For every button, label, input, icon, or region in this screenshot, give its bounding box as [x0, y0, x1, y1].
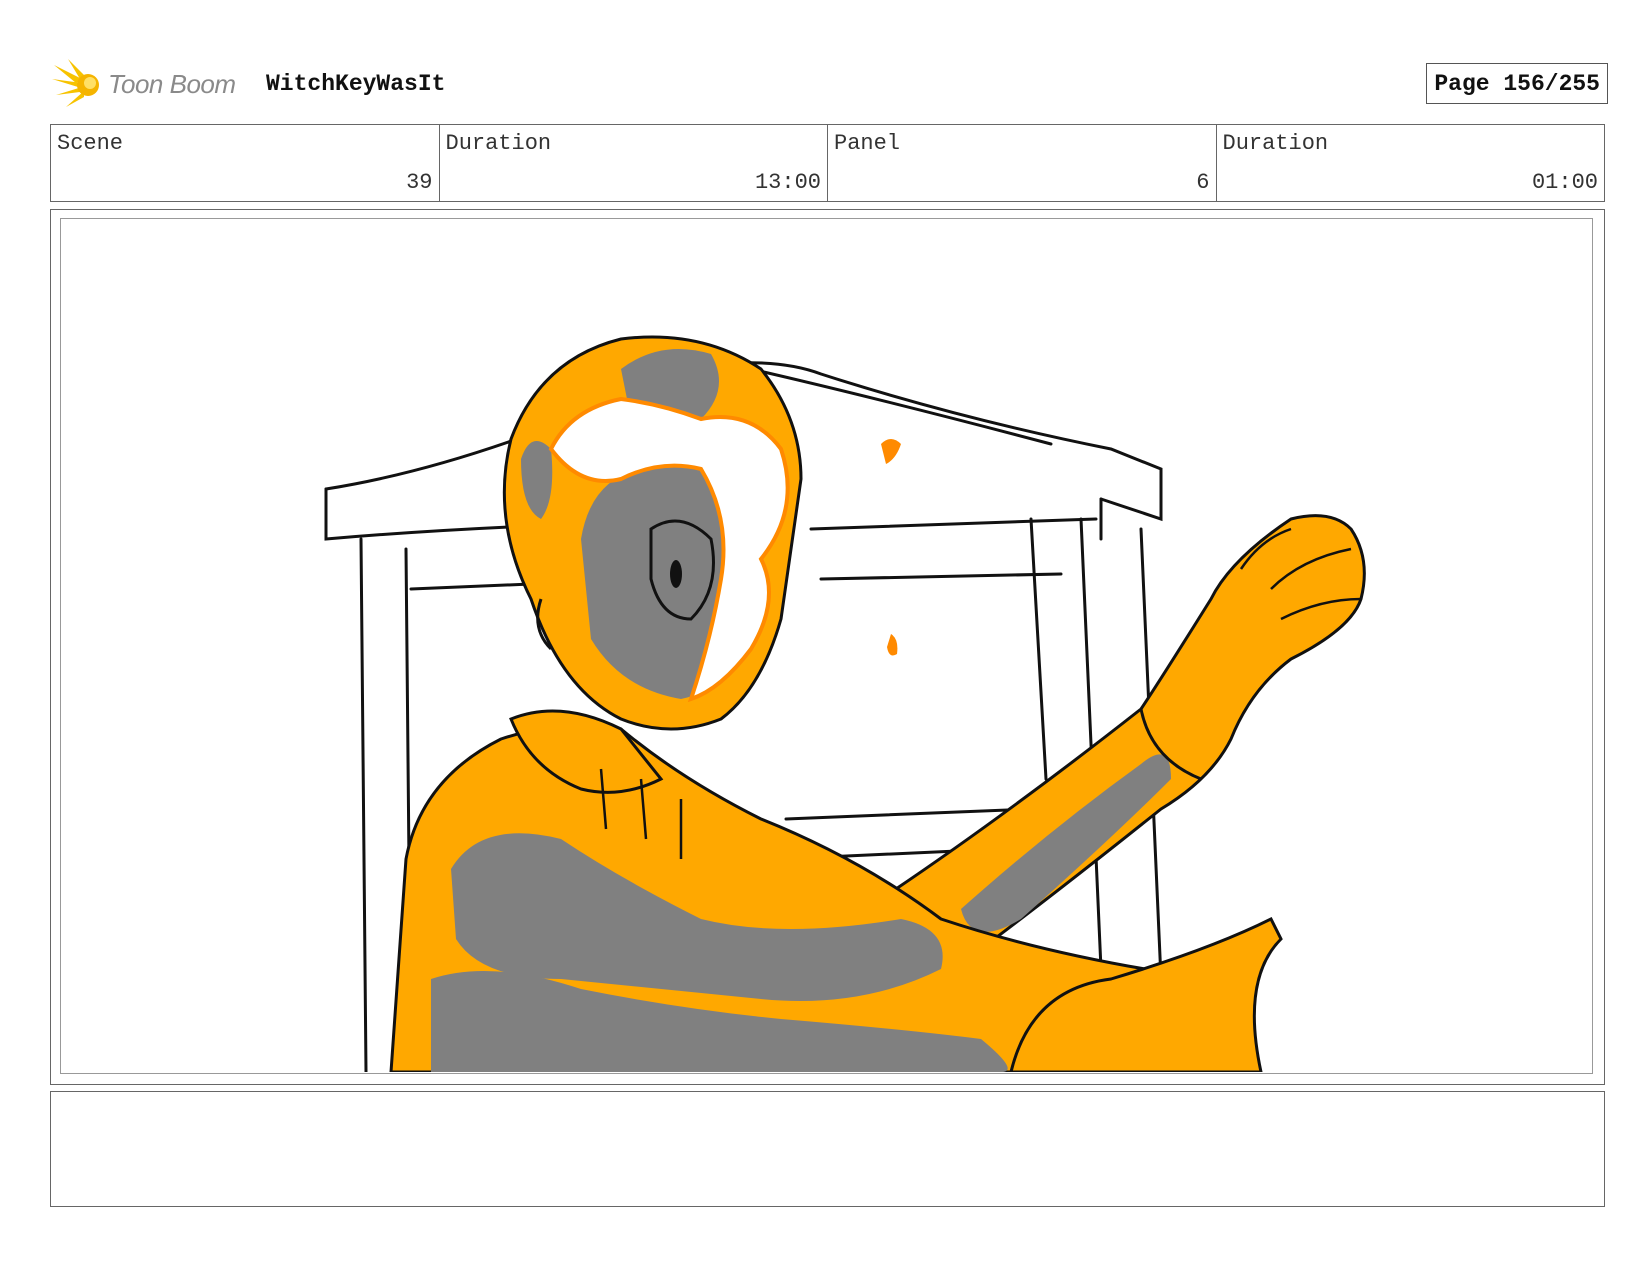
scene-label: Scene — [57, 131, 124, 156]
storyboard-panel — [50, 209, 1605, 1085]
panel-duration-cell: Duration 01:00 — [1217, 125, 1605, 201]
logo-text: Toon Boom — [108, 69, 236, 99]
figure-arm — [878, 514, 1366, 951]
page-number: Page 156/255 — [1426, 63, 1608, 104]
panel-duration-value: 01:00 — [1531, 170, 1598, 195]
panel-label: Panel — [834, 131, 901, 156]
scene-duration-value: 13:00 — [754, 170, 821, 195]
panel-drawing — [324, 335, 1366, 1072]
panel-cell: Panel 6 — [828, 125, 1217, 201]
scene-value: 39 — [406, 170, 433, 195]
scene-duration-label: Duration — [445, 131, 552, 156]
panel-duration-label: Duration — [1222, 131, 1329, 156]
toon-boom-logo: Toon Boom — [52, 57, 252, 109]
page-header: Toon Boom WitchKeyWasIt Page 156/255 — [52, 55, 1608, 115]
panel-value: 6 — [1196, 170, 1210, 195]
scene-duration-cell: Duration 13:00 — [440, 125, 828, 201]
scene-cell: Scene 39 — [51, 125, 440, 201]
starburst-icon — [52, 59, 99, 107]
project-title: WitchKeyWasIt — [266, 71, 446, 97]
panel-safe-area — [60, 218, 1593, 1074]
panel-notes — [50, 1091, 1605, 1207]
scene-info-table: Scene 39 Duration 13:00 Panel 6 Duration… — [50, 124, 1605, 202]
